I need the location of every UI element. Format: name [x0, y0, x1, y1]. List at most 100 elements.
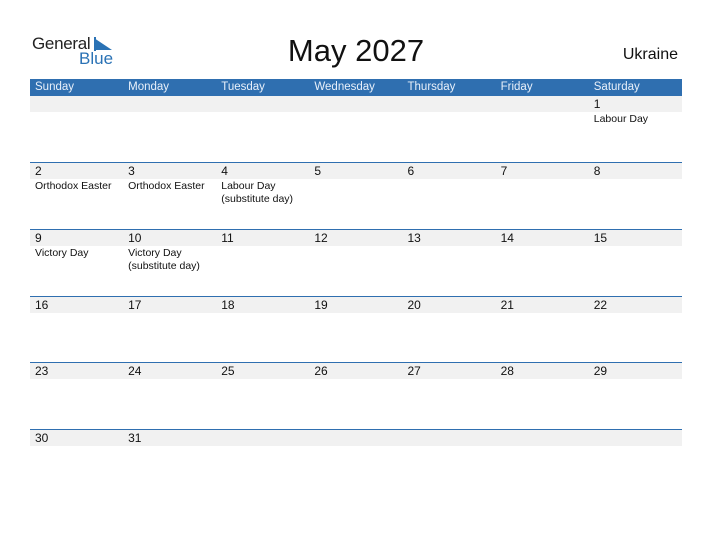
- day-number: 24: [128, 364, 142, 378]
- day-number: 15: [593, 231, 608, 245]
- day-number: 8: [593, 164, 601, 178]
- day-cell: [309, 96, 402, 126]
- day-cell: 19: [309, 297, 402, 314]
- weekday-header: Sunday Monday Tuesday Wednesday Thursday…: [30, 79, 682, 96]
- holiday-label: Labour Day: [593, 113, 649, 125]
- day-number: [221, 430, 309, 446]
- day-cell: 14: [496, 230, 589, 273]
- day-number: 30: [35, 431, 49, 445]
- day-number: 16: [35, 298, 49, 312]
- day-number: [501, 96, 589, 112]
- weekday-thursday: Thursday: [407, 81, 456, 93]
- weekday-tuesday: Tuesday: [221, 81, 265, 93]
- day-cell: 6: [403, 163, 496, 206]
- day-cell: 31: [123, 430, 216, 447]
- week-row: 30 31: [30, 429, 682, 497]
- day-number: 9: [35, 231, 42, 245]
- day-cell: [496, 430, 589, 447]
- day-cell: 15: [589, 230, 682, 273]
- week-row: 2 Orthodox Easter 3 Orthodox Easter 4 Labour …: [30, 162, 682, 230]
- day-cell: 18: [216, 297, 309, 314]
- day-cell: 24: [123, 363, 216, 380]
- day-number: 28: [500, 364, 514, 378]
- weekday-friday: Friday: [500, 81, 533, 93]
- day-cell: 4 Labour Day (substitute day): [216, 163, 309, 206]
- day-number: [501, 430, 589, 446]
- day-number: 29: [593, 364, 608, 378]
- week-row: 16 17 18 19 20 21 22: [30, 296, 682, 364]
- day-number: 18: [221, 298, 235, 312]
- day-number: [408, 96, 496, 112]
- holiday-label: Victory Day: [35, 247, 89, 259]
- day-number: 23: [35, 364, 49, 378]
- day-cell: [496, 96, 589, 126]
- day-cell: 26: [309, 363, 402, 380]
- day-number: 10: [128, 231, 142, 245]
- holiday-label: Victory Day (substitute day): [128, 247, 200, 272]
- weekday-monday: Monday: [128, 81, 170, 93]
- day-cell: [30, 96, 123, 126]
- page-title: May 2027: [287, 33, 425, 68]
- day-cell: 10 Victory Day (substitute day): [123, 230, 216, 273]
- day-cell: 21: [496, 297, 589, 314]
- country-label: Ukraine: [622, 46, 678, 63]
- day-number: [35, 96, 123, 112]
- day-number: 2: [35, 164, 42, 178]
- day-number: 22: [593, 298, 608, 312]
- day-cell: [589, 430, 682, 447]
- day-number: 6: [407, 164, 415, 178]
- day-cell: 9 Victory Day: [30, 230, 123, 273]
- day-cell: 7: [496, 163, 589, 206]
- week-row: 9 Victory Day 10 Victory Day (substitute day…: [30, 229, 682, 297]
- day-cell: 23: [30, 363, 123, 380]
- day-number: 27: [407, 364, 421, 378]
- week-row: 1 Labour Day: [30, 96, 682, 163]
- weekday-saturday: Saturday: [593, 81, 640, 93]
- day-number: 5: [314, 164, 322, 178]
- day-cell: 1 Labour Day: [589, 96, 682, 126]
- day-cell: 28: [496, 363, 589, 380]
- day-number: 26: [314, 364, 328, 378]
- holiday-label: Labour Day (substitute day): [221, 180, 294, 205]
- day-cell: [309, 430, 402, 447]
- day-number: 17: [128, 298, 142, 312]
- day-number: 14: [500, 231, 514, 245]
- day-number: [221, 96, 309, 112]
- day-number: [128, 96, 216, 112]
- day-cell: [123, 96, 216, 126]
- day-cell: 20: [403, 297, 496, 314]
- day-number: 4: [221, 164, 228, 178]
- weekday-sunday: Sunday: [35, 81, 75, 93]
- day-number: [314, 96, 402, 112]
- day-cell: 3 Orthodox Easter: [123, 163, 216, 206]
- day-cell: [403, 96, 496, 126]
- holiday-label: Orthodox Easter: [35, 180, 112, 192]
- day-number: 21: [500, 298, 514, 312]
- day-number: 1: [593, 97, 601, 111]
- day-cell: [216, 96, 309, 126]
- day-cell: 11: [216, 230, 309, 273]
- day-number: 3: [128, 164, 135, 178]
- day-number: [408, 430, 496, 446]
- day-cell: 5: [309, 163, 402, 206]
- day-cell: 2 Orthodox Easter: [30, 163, 123, 206]
- day-cell: 29: [589, 363, 682, 380]
- day-cell: 8: [589, 163, 682, 206]
- weekday-wednesday: Wednesday: [314, 81, 375, 93]
- day-number: 13: [407, 231, 421, 245]
- day-number: 20: [407, 298, 421, 312]
- day-cell: 17: [123, 297, 216, 314]
- day-number: 31: [128, 431, 142, 445]
- day-number: 11: [221, 231, 234, 245]
- day-cell: 22: [589, 297, 682, 314]
- day-number: 12: [314, 231, 328, 245]
- day-number: 19: [314, 298, 328, 312]
- day-cell: 27: [403, 363, 496, 380]
- day-cell: [216, 430, 309, 447]
- day-cell: [403, 430, 496, 447]
- day-cell: 16: [30, 297, 123, 314]
- day-cell: 25: [216, 363, 309, 380]
- day-number: [314, 430, 402, 446]
- day-cell: 30: [30, 430, 123, 447]
- day-cell: 13: [403, 230, 496, 273]
